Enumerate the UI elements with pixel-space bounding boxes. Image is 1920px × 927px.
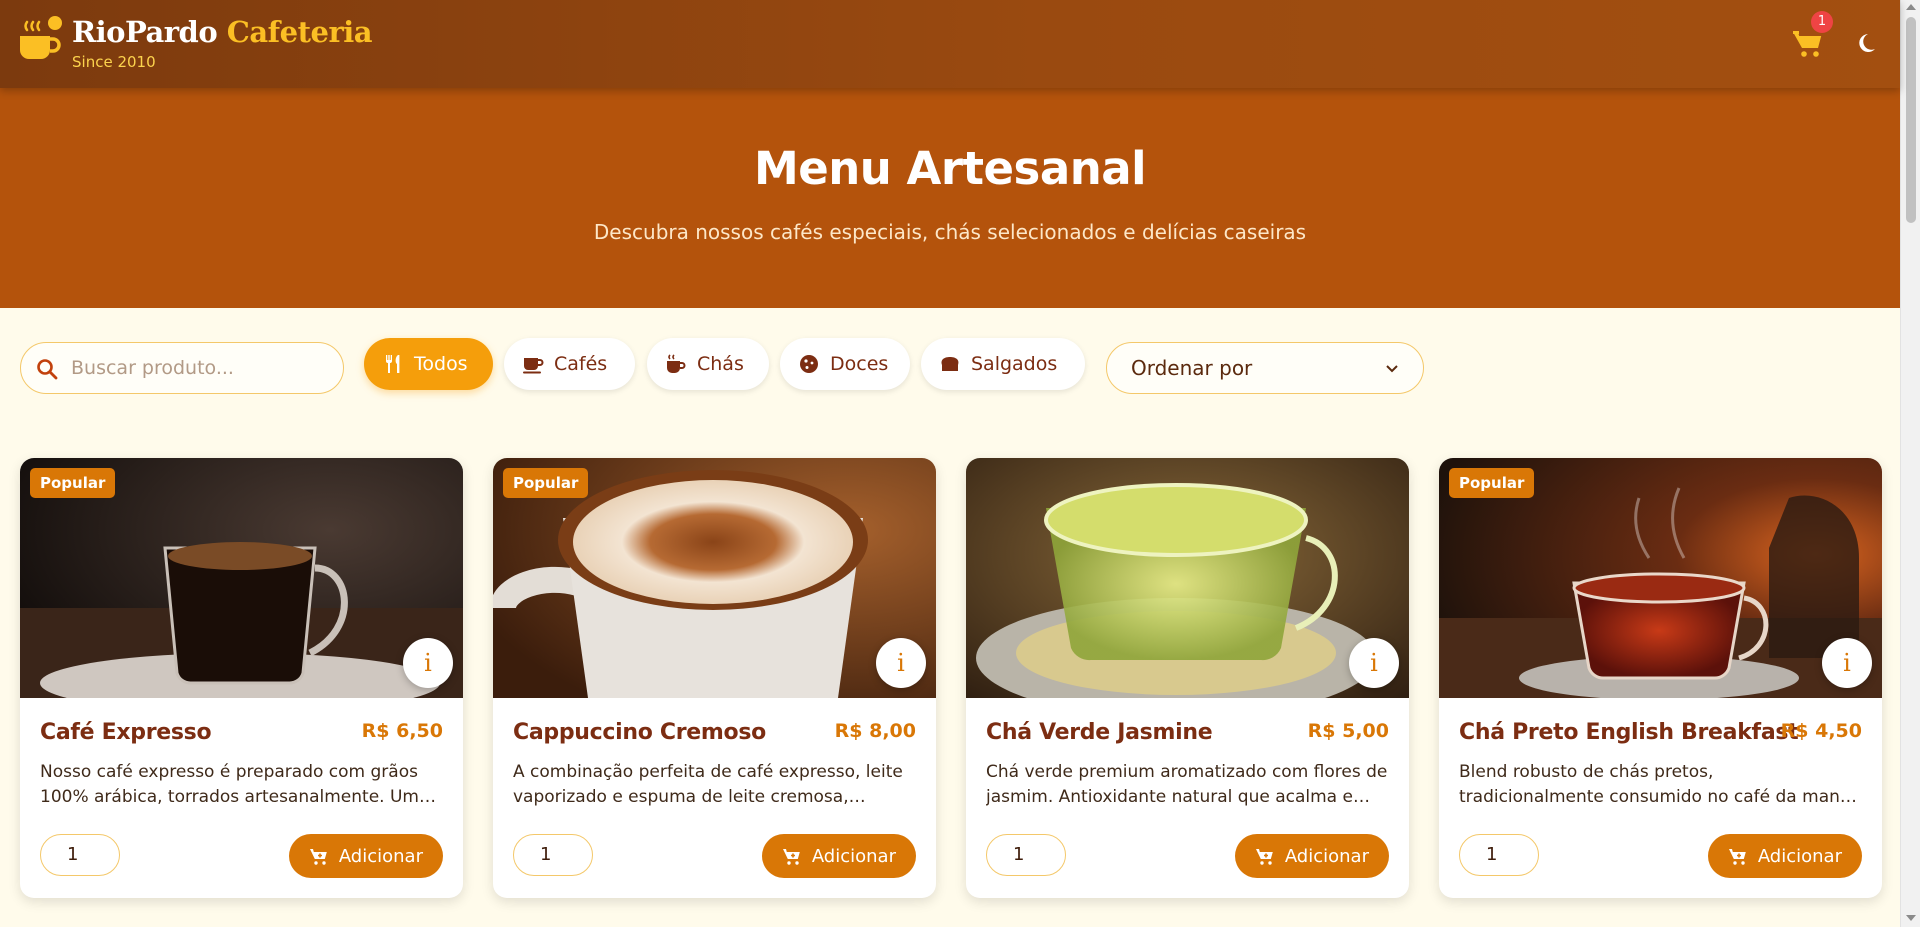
popular-badge: Popular bbox=[503, 468, 589, 498]
product-price: R$ 8,00 bbox=[834, 720, 916, 742]
bread-icon bbox=[941, 357, 959, 371]
cart-plus-icon bbox=[1728, 849, 1746, 865]
product-name: Café Expresso bbox=[40, 720, 212, 745]
product-card: Popular i Chá Preto English Breakfast R$… bbox=[1439, 458, 1882, 898]
cart-plus-icon bbox=[1255, 849, 1273, 865]
cookie-icon bbox=[800, 355, 818, 373]
filter-chip-label: Todos bbox=[414, 353, 468, 375]
quantity-input[interactable]: 1 bbox=[40, 834, 120, 876]
product-description: Blend robusto de chás pretos, tradiciona… bbox=[1459, 762, 1862, 807]
add-button-label: Adicionar bbox=[1284, 845, 1369, 867]
info-button[interactable]: i bbox=[876, 638, 926, 688]
mug-hot-icon bbox=[667, 354, 686, 373]
scroll-down-arrow-icon[interactable] bbox=[1906, 915, 1916, 921]
product-card: Popular i Cappuccino Cremoso R$ 8,00 A c… bbox=[493, 458, 936, 898]
filter-chip-label: Salgados bbox=[971, 353, 1058, 375]
brand-name[interactable]: RioPardo Cafeteria bbox=[72, 14, 373, 50]
product-name: Chá Verde Jasmine bbox=[986, 720, 1213, 745]
popular-badge: Popular bbox=[1449, 468, 1535, 498]
product-price: R$ 5,00 bbox=[1307, 720, 1389, 742]
coffee-mug-icon bbox=[20, 16, 62, 59]
product-description: Chá verde premium aromatizado com flores… bbox=[986, 762, 1388, 807]
add-button-label: Adicionar bbox=[811, 845, 896, 867]
quantity-input[interactable]: 1 bbox=[986, 834, 1066, 876]
moon-icon bbox=[1859, 34, 1875, 52]
quantity-input[interactable]: 1 bbox=[1459, 834, 1539, 876]
product-price: R$ 4,50 bbox=[1780, 720, 1862, 742]
info-icon: i bbox=[1843, 649, 1851, 677]
filter-chip-label: Chás bbox=[697, 353, 744, 375]
cart-plus-icon bbox=[309, 849, 327, 865]
filter-chip-label: Cafés bbox=[554, 353, 608, 375]
theme-toggle-button[interactable] bbox=[1851, 28, 1879, 58]
add-to-cart-button[interactable]: Adicionar bbox=[288, 834, 443, 878]
quantity-input[interactable]: 1 bbox=[513, 834, 593, 876]
product-card: i Chá Verde Jasmine R$ 5,00 Chá verde pr… bbox=[966, 458, 1409, 898]
brand-second: Cafeteria bbox=[226, 15, 373, 49]
info-icon: i bbox=[424, 649, 432, 677]
utensils-icon bbox=[386, 355, 400, 373]
hero-subtitle: Descubra nossos cafés especiais, chás se… bbox=[593, 220, 1307, 244]
chevron-down-icon bbox=[1386, 365, 1398, 373]
add-to-cart-button[interactable]: Adicionar bbox=[761, 834, 916, 878]
filter-chip-salgados[interactable]: Salgados bbox=[921, 338, 1085, 390]
filter-chip-cafes[interactable]: Cafés bbox=[504, 338, 635, 390]
search-box[interactable] bbox=[20, 342, 344, 394]
popular-badge: Popular bbox=[30, 468, 116, 498]
filter-chip-label: Doces bbox=[830, 353, 889, 375]
add-to-cart-button[interactable]: Adicionar bbox=[1707, 834, 1862, 878]
info-icon: i bbox=[897, 649, 905, 677]
sort-selected-value: Ordenar por bbox=[1131, 356, 1253, 380]
since-label: Since 2010 bbox=[72, 53, 156, 71]
info-icon: i bbox=[1370, 649, 1378, 677]
search-input[interactable] bbox=[71, 351, 331, 385]
info-button[interactable]: i bbox=[1822, 638, 1872, 688]
info-button[interactable]: i bbox=[403, 638, 453, 688]
filter-chip-todos[interactable]: Todos bbox=[364, 338, 493, 390]
add-to-cart-button[interactable]: Adicionar bbox=[1234, 834, 1389, 878]
product-name: Cappuccino Cremoso bbox=[513, 720, 766, 745]
hero-banner: Menu Artesanal Descubra nossos cafés esp… bbox=[0, 88, 1900, 308]
product-image-green-tea bbox=[966, 458, 1409, 698]
cart-plus-icon bbox=[782, 849, 800, 865]
product-card: Popular i Café Expresso R$ 6,50 Nosso ca… bbox=[20, 458, 463, 898]
add-button-label: Adicionar bbox=[1757, 845, 1842, 867]
product-name: Chá Preto English Breakfast bbox=[1459, 720, 1799, 745]
info-button[interactable]: i bbox=[1349, 638, 1399, 688]
coffee-cup-icon bbox=[523, 358, 544, 374]
scrollbar-thumb[interactable] bbox=[1906, 17, 1916, 223]
hero-title: Menu Artesanal bbox=[753, 142, 1147, 195]
filter-chip-doces[interactable]: Doces bbox=[780, 338, 910, 390]
product-description: A combinação perfeita de café expresso, … bbox=[513, 762, 903, 807]
product-price: R$ 6,50 bbox=[361, 720, 443, 742]
search-icon bbox=[37, 359, 58, 380]
cart-count-badge: 1 bbox=[1811, 11, 1833, 33]
top-navbar: RioPardo Cafeteria Since 2010 1 bbox=[0, 0, 1900, 88]
filter-chip-chas[interactable]: Chás bbox=[647, 338, 769, 390]
brand-first: RioPardo bbox=[72, 15, 218, 49]
scroll-up-arrow-icon[interactable] bbox=[1906, 4, 1916, 10]
add-button-label: Adicionar bbox=[338, 845, 423, 867]
page-scrollbar[interactable] bbox=[1900, 0, 1920, 927]
product-description: Nosso café expresso é preparado com grão… bbox=[40, 762, 419, 807]
sort-select[interactable]: Ordenar por bbox=[1106, 342, 1424, 394]
